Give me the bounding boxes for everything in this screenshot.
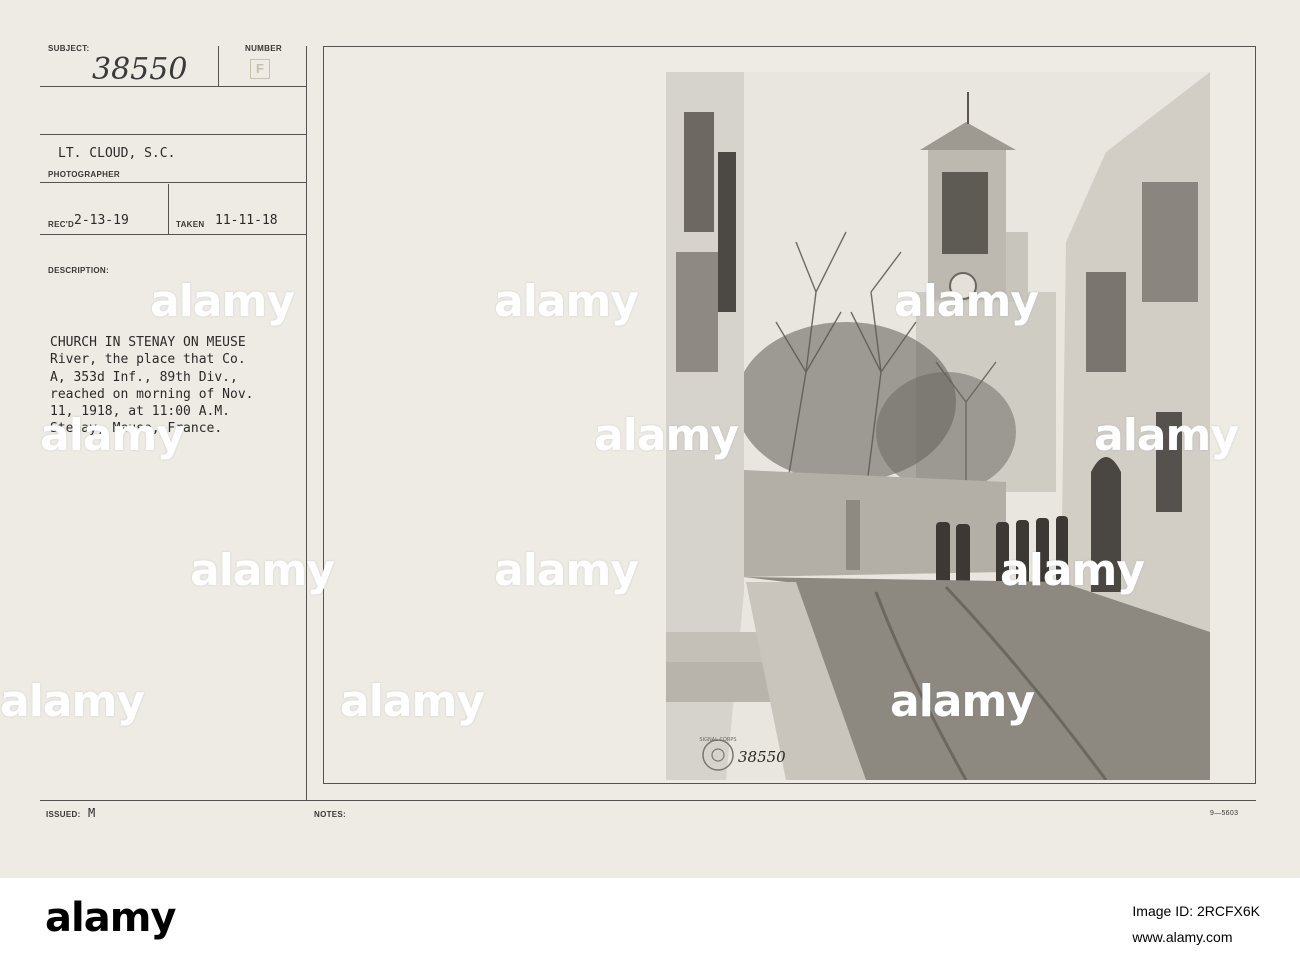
description-line: River, the place that Co.	[50, 352, 246, 368]
seal-text: SIGNAL CORPS	[699, 737, 736, 743]
watermark: alamy	[494, 545, 639, 596]
notes-label: NOTES:	[314, 810, 347, 819]
stock-footer: alamy	[0, 878, 1300, 968]
number-label: NUMBER	[245, 44, 282, 53]
subject-number: 38550	[92, 52, 188, 87]
footer-meta: Image ID: 2RCFX6K www.alamy.com	[1132, 898, 1260, 950]
form-rule	[40, 800, 1256, 801]
watermark: alamy	[40, 410, 185, 461]
watermark: alamy	[494, 276, 639, 327]
form-rule	[40, 234, 306, 235]
watermark: alamy	[1000, 545, 1145, 596]
alamy-logo: alamy	[45, 895, 176, 941]
form-rule	[40, 134, 306, 135]
watermark: alamy	[190, 545, 335, 596]
description-line: CHURCH IN STENAY ON MEUSE	[50, 335, 246, 350]
description-line: A, 353d Inf., 89th Div.,	[50, 369, 238, 385]
watermark: alamy	[890, 676, 1035, 727]
form-code: 9—5603	[1210, 810, 1239, 817]
issued-label: ISSUED:	[46, 810, 81, 819]
number-stamp: F	[250, 59, 270, 79]
taken-date: 11-11-18	[215, 213, 278, 228]
watermark: alamy	[340, 676, 485, 727]
issued-value: M	[88, 806, 96, 820]
negative-number: 38550	[738, 748, 786, 766]
subject-label: SUBJECT:	[48, 44, 90, 53]
received-label: REC'D	[48, 220, 75, 229]
archival-record-card: SUBJECT: 38550 NUMBER F LT. CLOUD, S.C. …	[0, 0, 1300, 878]
watermark: alamy	[150, 276, 295, 327]
description-label: DESCRIPTION:	[48, 266, 109, 275]
received-date: 2-13-19	[74, 213, 129, 228]
form-rule	[306, 46, 307, 801]
photographer-name: LT. CLOUD, S.C.	[58, 146, 176, 161]
watermark: alamy	[1094, 410, 1239, 461]
taken-label: TAKEN	[176, 220, 205, 229]
watermark: alamy	[0, 676, 145, 727]
watermark: alamy	[594, 410, 739, 461]
image-id: Image ID: 2RCFX6K	[1132, 903, 1260, 919]
form-rule	[168, 184, 169, 234]
description-line: reached on morning of Nov.	[50, 386, 254, 402]
photographer-label: PHOTOGRAPHER	[48, 170, 120, 179]
form-rule	[218, 46, 219, 86]
site-url: www.alamy.com	[1132, 929, 1233, 945]
watermark: alamy	[894, 276, 1039, 327]
form-rule	[40, 182, 306, 183]
